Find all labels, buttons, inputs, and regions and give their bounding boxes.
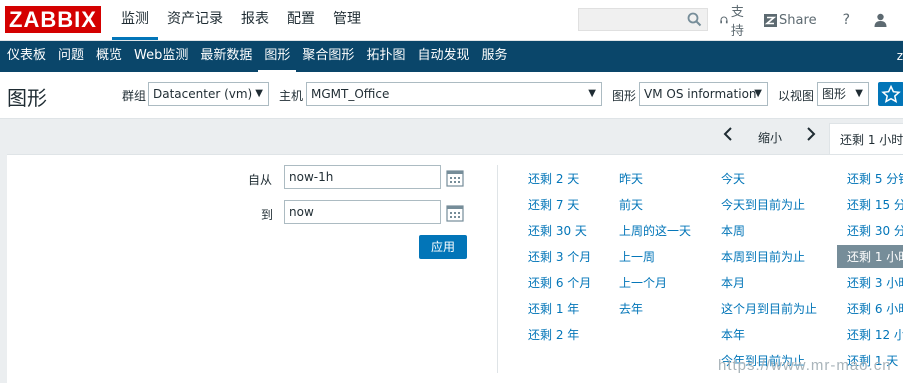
chevron-left-icon <box>723 127 732 141</box>
help-link[interactable]: ? <box>843 12 850 28</box>
quick-range-link[interactable]: 今天到目前为止 <box>721 196 805 213</box>
submenu-screens[interactable]: 聚合图形 <box>296 41 360 72</box>
view-select[interactable]: 图形 ▼ <box>817 82 869 106</box>
quick-range-link[interactable]: 上周的这一天 <box>619 222 691 239</box>
user-icon <box>874 13 887 27</box>
top-bar: ZABBIX 监测 资产记录 报表 配置 管理 支持 Share ? <box>0 0 903 41</box>
submenu-web[interactable]: Web监测 <box>128 41 194 72</box>
dropdown-arrow-icon: ▼ <box>588 88 596 99</box>
quick-range-link[interactable]: 本月 <box>721 274 745 291</box>
menu-monitoring[interactable]: 监测 <box>112 0 158 40</box>
quick-range-link[interactable]: 还剩 1 年 <box>528 300 579 317</box>
top-icons: 支持 Share ? <box>720 0 903 40</box>
view-select-value: 图形 <box>822 87 847 101</box>
quick-range-link[interactable]: 上一个月 <box>619 274 667 291</box>
quick-range-link[interactable]: 本周 <box>721 222 745 239</box>
group-label: 群组 <box>122 89 147 103</box>
submenu-problems[interactable]: 问题 <box>52 41 90 72</box>
dropdown-arrow-icon: ▼ <box>855 88 863 99</box>
dropdown-arrow-icon: ▼ <box>754 88 762 99</box>
quick-range-link[interactable]: 还剩 3 小时 <box>847 274 903 291</box>
view-label: 以视图 <box>778 89 815 103</box>
menu-administration[interactable]: 管理 <box>324 0 370 40</box>
quick-range-link[interactable]: 昨天 <box>619 170 643 187</box>
search-icon[interactable] <box>687 12 702 27</box>
search-input[interactable] <box>578 8 708 31</box>
from-input[interactable]: now-1h <box>284 165 441 189</box>
star-icon <box>881 84 901 103</box>
page-title: 图形 <box>7 86 47 110</box>
calendar-icon[interactable] <box>446 204 464 222</box>
support-link[interactable]: 支持 <box>720 1 748 39</box>
headset-icon <box>720 16 728 24</box>
from-label: 自从 <box>248 173 273 187</box>
group-select[interactable]: Datacenter (vm) ▼ <box>148 82 269 106</box>
panel-divider <box>497 165 498 373</box>
time-back-button[interactable] <box>718 126 738 146</box>
host-label: 主机 <box>279 89 304 103</box>
time-navigation: 缩小 还剩 1 小时 <box>0 119 903 155</box>
quick-range-link-selected[interactable]: 还剩 1 小时 <box>837 245 903 268</box>
submenu-right-text: z <box>896 49 903 63</box>
submenu-dashboard[interactable]: 仪表板 <box>1 41 52 72</box>
zabbix-logo[interactable]: ZABBIX <box>5 6 101 33</box>
quick-range-link[interactable]: 还剩 6 小时 <box>847 300 903 317</box>
to-input[interactable]: now <box>284 200 441 224</box>
share-label: Share <box>779 12 817 28</box>
quick-range-column-4: 还剩 5 分钟 还剩 15 分钟 还剩 30 分钟 还剩 1 小时 还剩 3 小… <box>827 155 903 383</box>
time-filter-panel: 自从 now-1h 到 now 应用 还剩 2 天 还剩 7 天 还剩 30 天… <box>7 154 903 383</box>
quick-range-link[interactable]: 还剩 6 个月 <box>528 274 591 291</box>
quick-range-link[interactable]: 还剩 5 分钟 <box>847 170 903 187</box>
quick-range-link[interactable]: 还剩 7 天 <box>528 196 579 213</box>
calendar-icon[interactable] <box>446 169 464 187</box>
quick-range-link[interactable]: 还剩 2 年 <box>528 326 579 343</box>
dropdown-arrow-icon: ▼ <box>255 88 263 99</box>
quick-range-link[interactable]: 还剩 15 分钟 <box>847 196 903 213</box>
quick-range-link[interactable]: 还剩 3 个月 <box>528 248 591 265</box>
quick-range-link[interactable]: 这个月到目前为止 <box>721 300 817 317</box>
quick-range-link[interactable]: 还剩 30 天 <box>528 222 587 239</box>
support-label: 支持 <box>730 5 744 39</box>
submenu-latest-data[interactable]: 最新数据 <box>194 41 258 72</box>
group-select-value: Datacenter (vm) <box>153 87 253 101</box>
chevron-right-icon <box>807 127 816 141</box>
quick-range-link[interactable]: 今天 <box>721 170 745 187</box>
time-forward-button[interactable] <box>801 126 821 146</box>
host-select[interactable]: MGMT_Office ▼ <box>306 82 602 106</box>
submenu-overview[interactable]: 概览 <box>90 41 128 72</box>
to-label: 到 <box>261 208 274 222</box>
sub-menu-bar: 仪表板 问题 概览 Web监测 最新数据 图形 聚合图形 拓扑图 自动发现 服务… <box>0 41 903 72</box>
watermark: https://www.mr-mao.cn <box>718 357 892 374</box>
submenu-graphs[interactable]: 图形 <box>258 41 297 72</box>
quick-range-link[interactable]: 本年 <box>721 326 745 343</box>
submenu-services[interactable]: 服务 <box>475 41 513 72</box>
zoom-out-button[interactable]: 缩小 <box>758 129 782 146</box>
page-header: 图形 群组 Datacenter (vm) ▼ 主机 MGMT_Office ▼… <box>0 72 903 119</box>
share-link[interactable]: Share <box>764 13 817 28</box>
quick-range-link[interactable]: 去年 <box>619 300 643 317</box>
time-range-tab[interactable]: 还剩 1 小时 <box>829 123 903 154</box>
apply-button[interactable]: 应用 <box>419 235 467 259</box>
menu-configuration[interactable]: 配置 <box>278 0 324 40</box>
submenu-discovery[interactable]: 自动发现 <box>411 41 475 72</box>
graph-select[interactable]: VM OS information ▼ <box>639 82 768 106</box>
add-to-favourites-button[interactable] <box>878 82 903 106</box>
graph-select-value: VM OS information <box>644 87 757 101</box>
menu-inventory[interactable]: 资产记录 <box>158 0 232 40</box>
graph-label: 图形 <box>612 89 637 103</box>
host-select-value: MGMT_Office <box>311 87 390 101</box>
quick-range-link[interactable]: 还剩 30 分钟 <box>847 222 903 239</box>
quick-range-link[interactable]: 本周到目前为止 <box>721 248 805 265</box>
quick-range-link[interactable]: 还剩 2 天 <box>528 170 579 187</box>
quick-range-link[interactable]: 还剩 12 小时 <box>847 326 903 343</box>
quick-range-link[interactable]: 前天 <box>619 196 643 213</box>
quick-range-link[interactable]: 上一周 <box>619 248 655 265</box>
submenu-maps[interactable]: 拓扑图 <box>360 41 411 72</box>
share-logo-icon <box>764 13 778 27</box>
menu-reports[interactable]: 报表 <box>232 0 278 40</box>
help-icon: ? <box>842 12 850 28</box>
main-menu: 监测 资产记录 报表 配置 管理 <box>112 0 370 40</box>
sub-menu: 仪表板 问题 概览 Web监测 最新数据 图形 聚合图形 拓扑图 自动发现 服务 <box>0 41 903 72</box>
user-profile-link[interactable] <box>874 13 887 27</box>
